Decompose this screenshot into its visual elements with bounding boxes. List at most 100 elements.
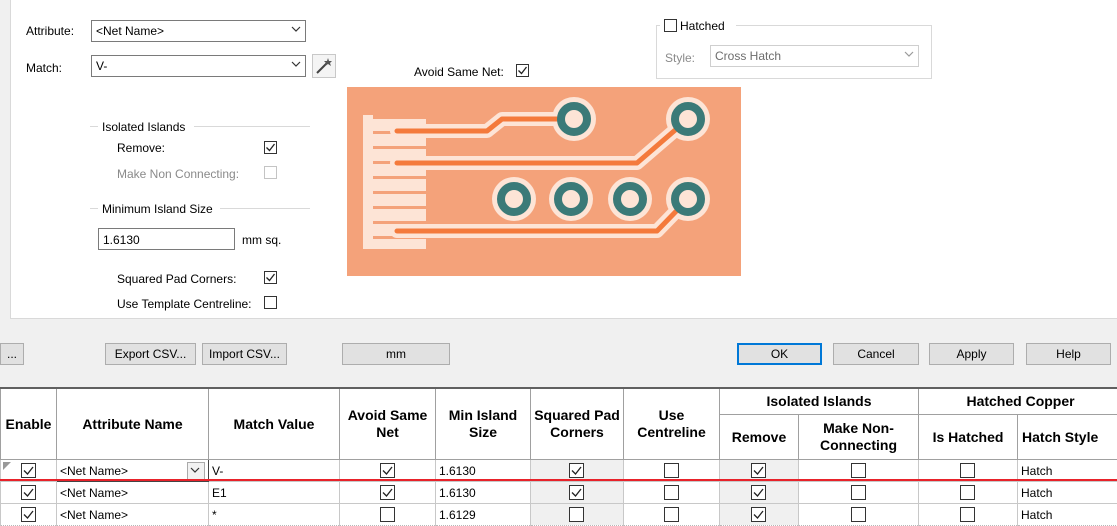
checkmark-icon <box>22 486 35 499</box>
copper-pour-preview <box>347 87 741 276</box>
enable-checkbox[interactable] <box>21 463 36 478</box>
checkmark-icon <box>381 486 394 499</box>
checkmark-icon <box>381 464 394 477</box>
min-island-cell[interactable]: 1.6130 <box>436 482 531 504</box>
chevron-down-icon <box>291 59 301 69</box>
cancel-button[interactable]: Cancel <box>833 343 919 365</box>
rules-table: Enable Attribute Name Match Value Avoid … <box>0 387 1117 526</box>
selection-indicator-line <box>0 479 1117 481</box>
header-squared-pad-corners[interactable]: Squared Pad Corners <box>531 388 624 460</box>
export-csv-button[interactable]: Export CSV... <box>105 343 196 365</box>
min-island-cell[interactable]: 1.6129 <box>436 504 531 526</box>
make-non-connecting-checkbox[interactable] <box>264 166 277 179</box>
make_nc-checkbox[interactable] <box>851 507 866 522</box>
magic-wand-button[interactable] <box>312 54 336 78</box>
ok-button[interactable]: OK <box>737 343 822 365</box>
attribute-name-cell[interactable]: <Net Name> <box>57 504 209 526</box>
attribute-label: Attribute: <box>26 24 74 38</box>
remove-checkbox[interactable] <box>264 141 277 154</box>
help-button[interactable]: Help <box>1026 343 1111 365</box>
avoid-same-net-label: Avoid Same Net: <box>414 65 504 79</box>
checkmark-icon <box>752 508 765 521</box>
hatched-checkbox[interactable] <box>664 19 677 32</box>
header-avoid-same-net[interactable]: Avoid Same Net <box>340 388 436 460</box>
remove-checkbox[interactable] <box>751 463 766 478</box>
avoid-checkbox[interactable] <box>380 485 395 500</box>
make_nc-checkbox[interactable] <box>851 485 866 500</box>
header-is-hatched[interactable]: Is Hatched <box>919 415 1018 460</box>
attribute-name-cell[interactable]: <Net Name> <box>57 482 209 504</box>
header-match-value[interactable]: Match Value <box>209 388 340 460</box>
use-template-centreline-checkbox[interactable] <box>264 296 277 309</box>
header-hatch-style[interactable]: Hatch Style <box>1018 415 1117 460</box>
squared-pad-corners-label: Squared Pad Corners: <box>117 272 236 286</box>
header-min-island-size[interactable]: Min Island Size <box>436 388 531 460</box>
units-button[interactable]: mm <box>342 343 450 365</box>
enable-checkbox[interactable] <box>21 485 36 500</box>
hatch-style-cell[interactable]: Hatch <box>1018 504 1117 526</box>
avoid-checkbox[interactable] <box>380 507 395 522</box>
centreline-checkbox[interactable] <box>664 485 679 500</box>
hatch-style-combo[interactable]: Cross Hatch <box>710 45 919 67</box>
is_hatched-checkbox[interactable] <box>960 485 975 500</box>
apply-button[interactable]: Apply <box>929 343 1014 365</box>
cell-is_hatched[interactable] <box>919 504 1018 526</box>
cell-avoid[interactable] <box>340 504 436 526</box>
ellipsis-button[interactable]: ... <box>0 343 24 365</box>
squared-checkbox[interactable] <box>569 485 584 500</box>
current-row-indicator-icon <box>3 462 11 470</box>
cell-centreline[interactable] <box>624 504 720 526</box>
isolated-islands-title: Isolated Islands <box>102 120 185 134</box>
squared-pad-corners-checkbox[interactable] <box>264 271 277 284</box>
centreline-checkbox[interactable] <box>664 507 679 522</box>
min-island-input[interactable]: 1.6130 <box>98 228 235 250</box>
remove-checkbox[interactable] <box>751 485 766 500</box>
remove-checkbox[interactable] <box>751 507 766 522</box>
table-row[interactable]: <Net Name>E1 1.6130 Hatch <box>1 482 1117 504</box>
header-enable[interactable]: Enable <box>1 388 57 460</box>
cell-squared[interactable] <box>531 504 624 526</box>
checkmark-icon <box>22 464 35 477</box>
cell-remove[interactable] <box>720 504 799 526</box>
make_nc-checkbox[interactable] <box>851 463 866 478</box>
chevron-down-icon[interactable] <box>187 462 205 480</box>
match-label: Match: <box>26 61 62 75</box>
cell-enable[interactable] <box>1 482 57 504</box>
header-attribute-name[interactable]: Attribute Name <box>57 388 209 460</box>
attribute-combo[interactable]: <Net Name> <box>91 20 306 42</box>
header-hatched-copper: Hatched Copper <box>919 388 1117 415</box>
enable-checkbox[interactable] <box>21 507 36 522</box>
cell-remove[interactable] <box>720 482 799 504</box>
cell-centreline[interactable] <box>624 482 720 504</box>
squared-checkbox[interactable] <box>569 507 584 522</box>
cell-make_nc[interactable] <box>799 482 919 504</box>
avoid-same-net-checkbox[interactable] <box>516 64 529 77</box>
cell-make_nc[interactable] <box>799 504 919 526</box>
match-value-cell[interactable]: E1 <box>209 482 340 504</box>
checkmark-icon <box>570 464 583 477</box>
cell-avoid[interactable] <box>340 482 436 504</box>
header-use-centreline[interactable]: Use Centreline <box>624 388 720 460</box>
header-make-non-connecting[interactable]: Make Non-Connecting <box>799 415 919 460</box>
checkmark-icon <box>517 65 528 76</box>
header-isolated-islands: Isolated Islands <box>720 388 919 415</box>
checkmark-icon <box>265 272 276 283</box>
centreline-checkbox[interactable] <box>664 463 679 478</box>
checkmark-icon <box>752 486 765 499</box>
import-csv-button[interactable]: Import CSV... <box>202 343 287 365</box>
checkmark-icon <box>752 464 765 477</box>
cell-is_hatched[interactable] <box>919 482 1018 504</box>
header-remove[interactable]: Remove <box>720 415 799 460</box>
match-value-cell[interactable]: * <box>209 504 340 526</box>
squared-checkbox[interactable] <box>569 463 584 478</box>
match-combo[interactable]: V- <box>91 55 306 77</box>
cell-enable[interactable] <box>1 504 57 526</box>
is_hatched-checkbox[interactable] <box>960 507 975 522</box>
is_hatched-checkbox[interactable] <box>960 463 975 478</box>
table-row[interactable]: <Net Name>* 1.6129 Hatch <box>1 504 1117 526</box>
checkmark-icon <box>570 486 583 499</box>
cell-squared[interactable] <box>531 482 624 504</box>
hatch-style-cell[interactable]: Hatch <box>1018 482 1117 504</box>
min-island-unit: mm sq. <box>242 233 281 247</box>
avoid-checkbox[interactable] <box>380 463 395 478</box>
